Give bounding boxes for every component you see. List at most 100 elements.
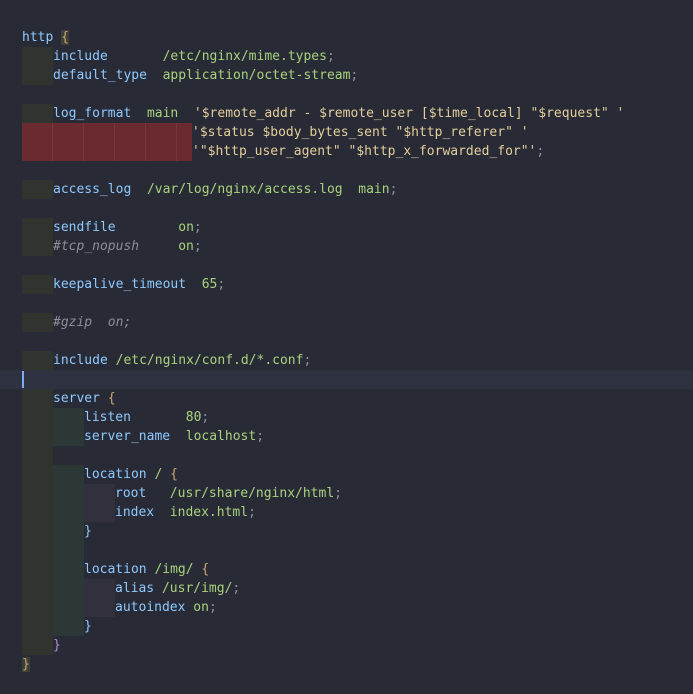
- value: on: [178, 239, 194, 254]
- code-line: autoindex on;: [0, 598, 693, 617]
- indent-guide: [22, 104, 53, 123]
- indent-guide: [84, 503, 115, 522]
- indent-guide: [22, 47, 53, 66]
- semicolon: ;: [232, 581, 241, 596]
- comment: #tcp_nopush: [53, 239, 140, 254]
- code-editor[interactable]: http { include /etc/nginx/mime.types; de…: [0, 0, 693, 694]
- directive: alias: [115, 581, 155, 596]
- code-line: [0, 446, 693, 465]
- indent-guide: [84, 484, 115, 503]
- code-text: }: [84, 617, 92, 636]
- code-text: autoindex on;: [115, 598, 217, 617]
- code-text: }: [53, 636, 61, 655]
- code-line: location /img/ {: [0, 560, 693, 579]
- open-brace: {: [61, 30, 69, 45]
- indent-error-marker: [22, 123, 53, 142]
- value: /etc/nginx/conf.d/*.conf: [115, 353, 304, 368]
- indent-error-marker: [146, 142, 177, 161]
- code-line: server_name localhost;: [0, 427, 693, 446]
- code-line: }: [0, 522, 693, 541]
- code-text: '$status $body_bytes_sent "$http_referer…: [192, 123, 529, 142]
- semicolon: ;: [248, 505, 256, 520]
- directive: location: [84, 467, 147, 482]
- current-line[interactable]: [0, 370, 693, 389]
- code-line: default_type application/octet-stream;: [0, 66, 693, 85]
- string-literal: '"$http_user_agent" "$http_x_forwarded_f…: [192, 144, 537, 159]
- indent-guide: [22, 541, 53, 560]
- code-line: location / {: [0, 465, 693, 484]
- indent-guide: [22, 617, 53, 636]
- close-brace: }: [22, 657, 30, 672]
- directive: autoindex: [115, 600, 186, 615]
- code-text: http {: [22, 28, 69, 47]
- indent-guide: [22, 66, 53, 85]
- indent-guide: [22, 503, 53, 522]
- indent-guide: [53, 503, 84, 522]
- code-text: '"$http_user_agent" "$http_x_forwarded_f…: [192, 142, 544, 161]
- indent-guide: [53, 560, 84, 579]
- indent-guide: [22, 218, 53, 237]
- code-text: #tcp_nopush on;: [53, 237, 202, 256]
- semicolon: ;: [536, 144, 545, 159]
- code-line: }: [0, 655, 693, 674]
- code-line: http {: [0, 28, 693, 47]
- semicolon: ;: [201, 410, 210, 425]
- semicolon: ;: [256, 429, 265, 444]
- indent-guide: [53, 408, 84, 427]
- indent-guide: [22, 446, 53, 465]
- indent-guide: [53, 598, 84, 617]
- close-brace: }: [53, 638, 61, 653]
- code-line: include /etc/nginx/mime.types;: [0, 47, 693, 66]
- code-text: default_type application/octet-stream;: [53, 66, 358, 85]
- code-text: include /etc/nginx/mime.types;: [53, 47, 335, 66]
- indent-guide: [84, 579, 115, 598]
- semicolon: ;: [193, 220, 202, 235]
- code-line: server {: [0, 389, 693, 408]
- value: localhost: [185, 429, 257, 444]
- indent-guide: [22, 465, 53, 484]
- directive: listen: [84, 410, 131, 425]
- directive: index: [115, 505, 155, 520]
- open-brace: {: [201, 562, 210, 577]
- code-text: }: [84, 522, 92, 541]
- code-line: index index.html;: [0, 503, 693, 522]
- code-line: listen 80;: [0, 408, 693, 427]
- code-line: include /etc/nginx/conf.d/*.conf;: [0, 351, 693, 370]
- string-literal: '$remote_addr - $remote_user [$time_loca…: [193, 106, 625, 121]
- indent-error-marker: [53, 123, 84, 142]
- indent-guide: [53, 617, 84, 636]
- value: /usr/share/nginx/html: [169, 486, 335, 501]
- directive: server_name: [84, 429, 171, 444]
- directive: http: [22, 30, 54, 45]
- code-text: sendfile on;: [53, 218, 202, 237]
- semicolon: ;: [389, 182, 398, 197]
- code-text: }: [22, 655, 30, 674]
- indent-guide: [22, 351, 53, 370]
- indent-guide: [22, 598, 53, 617]
- indent-guide: [53, 541, 84, 560]
- code-text: location / {: [84, 465, 178, 484]
- value: /etc/nginx/mime.types: [162, 49, 327, 64]
- code-text: access_log /var/log/nginx/access.log mai…: [53, 180, 397, 199]
- open-brace: {: [107, 391, 116, 406]
- comment: #gzip on;: [53, 315, 132, 330]
- semicolon: ;: [303, 353, 312, 368]
- code-text: index index.html;: [115, 503, 256, 522]
- code-text: #gzip on;: [53, 313, 131, 332]
- indent-guide: [53, 427, 84, 446]
- code-text: listen 80;: [84, 408, 209, 427]
- indent-guide: [84, 598, 115, 617]
- indent-error-marker: [84, 142, 115, 161]
- directive: access_log: [53, 182, 132, 197]
- code-text: keepalive_timeout 65;: [53, 275, 225, 294]
- directive: include: [53, 49, 108, 64]
